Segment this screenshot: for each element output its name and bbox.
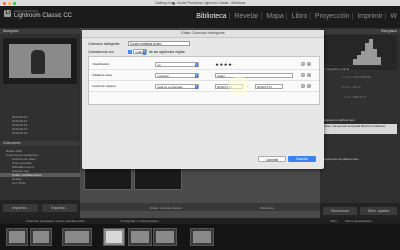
cancel-button[interactable]: Cancelar: [258, 156, 286, 162]
module-mapa[interactable]: Mapa: [266, 13, 284, 20]
rule-row: Fecha de captura está en el intervalo ▾ 2…: [89, 81, 319, 92]
filmstrip-thumbnail[interactable]: [128, 228, 152, 246]
rule-field-select[interactable]: Clasificación: [91, 62, 135, 67]
sync-settings-button[interactable]: Sincr. ajustes: [360, 207, 397, 215]
left-panel-footer: Importar... Exportar...: [0, 200, 80, 218]
remove-rule-button[interactable]: −: [301, 84, 305, 88]
rule-row: Palabras clave contiene ▾ Autéo − +: [89, 70, 319, 81]
navigator-header[interactable]: Navegador: [0, 29, 80, 34]
module-proyeccion[interactable]: Proyección: [315, 13, 350, 20]
dialog-title: Editar Colección inteligente: [82, 30, 324, 38]
collections-header[interactable]: Colecciones: [0, 141, 80, 146]
chevron-down-icon: ▾: [194, 84, 198, 89]
filmstrip-thumbnail[interactable]: [30, 228, 52, 246]
metadata-row: Objetivo 50 mm: [341, 86, 361, 89]
filmstrip-source[interactable]: Colección inteligente: Cuatro estrellas …: [26, 219, 85, 223]
rule-field-select[interactable]: Fecha de captura: [91, 84, 135, 89]
filmstrip-thumbnail[interactable]: [153, 228, 177, 246]
filmstrip-counts: 1 fotografía / 1 seleccionada /: [120, 219, 160, 223]
right-panel-footer: Sincronizar Sincr. ajustes: [320, 203, 400, 218]
module-libro[interactable]: Libro: [292, 13, 308, 20]
metadata-row: Cámara Canon EOS 5D: [341, 76, 371, 79]
module-imprimir[interactable]: Imprimir: [357, 13, 382, 20]
left-panel: Navegador 2019-06-12 2019-06-14 2019-06-…: [0, 28, 92, 218]
rule-operator-select[interactable]: está en el intervalo ▾: [155, 83, 199, 89]
chevron-down-icon: ▾: [194, 73, 198, 78]
histogram-header[interactable]: Histograma: [320, 29, 400, 34]
export-button[interactable]: Exportar...: [42, 204, 77, 212]
add-rule-button[interactable]: +: [307, 84, 311, 88]
rules-list: Clasificación es ▾ ★★★★· − + Palabras cla…: [88, 56, 320, 105]
add-rule-button[interactable]: +: [307, 73, 311, 77]
keywords-label: Etiquetas de palabras clave: [323, 119, 355, 122]
filmstrip-thumbnail[interactable]: [190, 228, 214, 246]
right-panel: Histograma Fotografía original Cámara Can…: [320, 28, 400, 218]
sort-order[interactable]: Orden: Hora de captura: [150, 206, 182, 210]
lightroom-logo-icon: Lr: [4, 10, 11, 17]
match-suffix-label: de las siguientes reglas:: [149, 49, 186, 54]
collection-name-label: Colección inteligente:: [88, 41, 121, 46]
match-checkbox[interactable]: ✓: [128, 49, 132, 54]
window-title: Catálogo.lrcat - Adobe Photoshop Lightro…: [154, 0, 246, 5]
module-header: Lr Adobe Photoshop Lightroom Classic CC …: [0, 6, 400, 28]
collection-item[interactable]: Con Tirote: [0, 181, 92, 185]
grid-thumbnail[interactable]: [84, 168, 132, 190]
chevron-down-icon: ▾: [194, 62, 198, 67]
rule-operator-select[interactable]: es ▾: [155, 61, 199, 67]
module-revelar[interactable]: Revelar: [234, 13, 258, 20]
folder-item[interactable]: 2019-06-18: [0, 131, 92, 135]
rule-operator-select[interactable]: contiene ▾: [155, 72, 199, 78]
sync-button[interactable]: Sincronizar: [323, 207, 357, 215]
filmstrip: [0, 224, 400, 250]
filter-select[interactable]: Filtros desactivados: [345, 219, 372, 223]
original-photo-row: Fotografía original: [323, 66, 397, 71]
module-web[interactable]: W: [390, 13, 397, 20]
import-button[interactable]: Importar...: [3, 204, 38, 212]
histogram: [323, 35, 397, 65]
navigator-preview[interactable]: [3, 38, 77, 84]
keywords-field[interactable]: Autéo, Campeonato de España Montréme Cal…: [323, 124, 397, 134]
date-to-input[interactable]: 2019-07-17: [255, 83, 283, 89]
remove-rule-button[interactable]: −: [301, 73, 305, 77]
save-button[interactable]: Guardar: [288, 156, 316, 162]
module-biblioteca[interactable]: Biblioteca: [196, 13, 226, 20]
cursor-highlight: [229, 76, 249, 96]
match-prefix-label: Coincidencia con: [88, 49, 114, 54]
chevron-down-icon: ▾: [142, 50, 146, 55]
add-rule-button[interactable]: +: [307, 62, 311, 66]
metadata-row: Fecha 2019-07-17: [343, 96, 367, 99]
filmstrip-thumbnail[interactable]: [62, 228, 92, 246]
thumbnail-size-label: Miniaturas: [260, 205, 274, 210]
remove-rule-button[interactable]: −: [301, 62, 305, 66]
match-type-select[interactable]: todas ▾: [133, 49, 147, 55]
filter-label: Filtro:: [330, 219, 338, 223]
smart-collection-dialog: Editar Colección inteligente Colección i…: [82, 30, 324, 169]
rule-field-select[interactable]: Palabras clave: [91, 73, 135, 78]
filmstrip-thumbnail-selected[interactable]: [103, 228, 125, 246]
module-picker: Biblioteca | Revelar | Mapa | Libro | Proyec…: [196, 13, 397, 20]
collection-name-input[interactable]: Cuatro estrellas Autéo: [128, 41, 190, 46]
brand-title: Lightroom Classic CC: [14, 13, 73, 19]
rule-row: Clasificación es ▾ ★★★★· − +: [89, 59, 319, 70]
rating-stars[interactable]: ★★★★·: [215, 62, 234, 68]
suggestions-label: Sugerencias de palabras clave: [323, 158, 359, 161]
rule-value-input[interactable]: Autéo: [215, 72, 293, 78]
grid-toolbar: Orden: Hora de captura Miniaturas: [80, 203, 320, 211]
filmstrip-thumbnail[interactable]: [6, 228, 28, 246]
grid-thumbnail[interactable]: [134, 168, 182, 190]
